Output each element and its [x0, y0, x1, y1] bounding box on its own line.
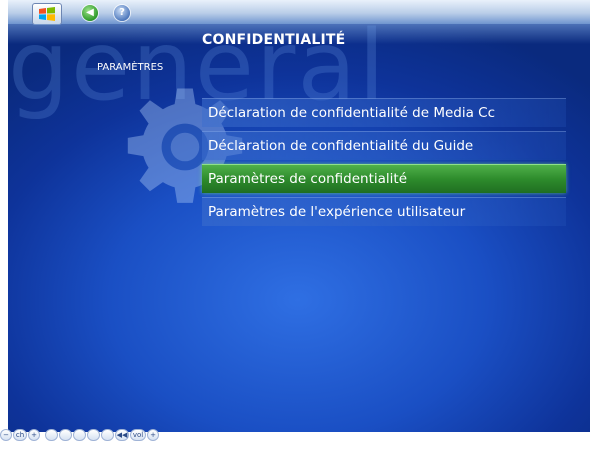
page-title: CONFIDENTIALITÉ	[202, 32, 346, 48]
privacy-menu: Déclaration de confidentialité de Media …	[202, 98, 566, 230]
menu-item-privacy-settings[interactable]: Paramètres de confidentialité	[202, 164, 566, 193]
menu-item-media-center-privacy[interactable]: Déclaration de confidentialité de Media …	[202, 98, 566, 127]
menu-item-label: Paramètres de confidentialité	[208, 171, 408, 187]
volume-label: vol	[130, 429, 146, 441]
playback-group: ◀◀ vol +	[45, 429, 160, 441]
menu-item-user-experience-settings[interactable]: Paramètres de l'expérience utilisateur	[202, 197, 566, 226]
media-center-screen: ◀ ? general CONFIDENTIALITÉ PARAMÈTRES D…	[8, 0, 590, 432]
channel-group: − ch +	[0, 429, 41, 441]
pause-button[interactable]	[73, 429, 86, 441]
forward-button[interactable]	[101, 429, 114, 441]
menu-item-label: Paramètres de l'expérience utilisateur	[208, 204, 466, 220]
menu-item-guide-privacy[interactable]: Déclaration de confidentialité du Guide	[202, 131, 566, 160]
section-label: PARAMÈTRES	[97, 62, 164, 73]
channel-up-button[interactable]: +	[28, 429, 40, 441]
menu-item-label: Déclaration de confidentialité de Media …	[208, 105, 496, 121]
record-button[interactable]	[45, 429, 58, 441]
stop-button[interactable]	[59, 429, 72, 441]
transport-controls: − ch + ◀◀ vol +	[0, 428, 164, 442]
channel-label: ch	[13, 429, 27, 441]
channel-down-button[interactable]: −	[0, 429, 12, 441]
volume-up-button[interactable]: +	[147, 429, 159, 441]
skip-back-button[interactable]: ◀◀	[115, 429, 129, 441]
menu-item-label: Déclaration de confidentialité du Guide	[208, 138, 474, 154]
rewind-button[interactable]	[87, 429, 100, 441]
